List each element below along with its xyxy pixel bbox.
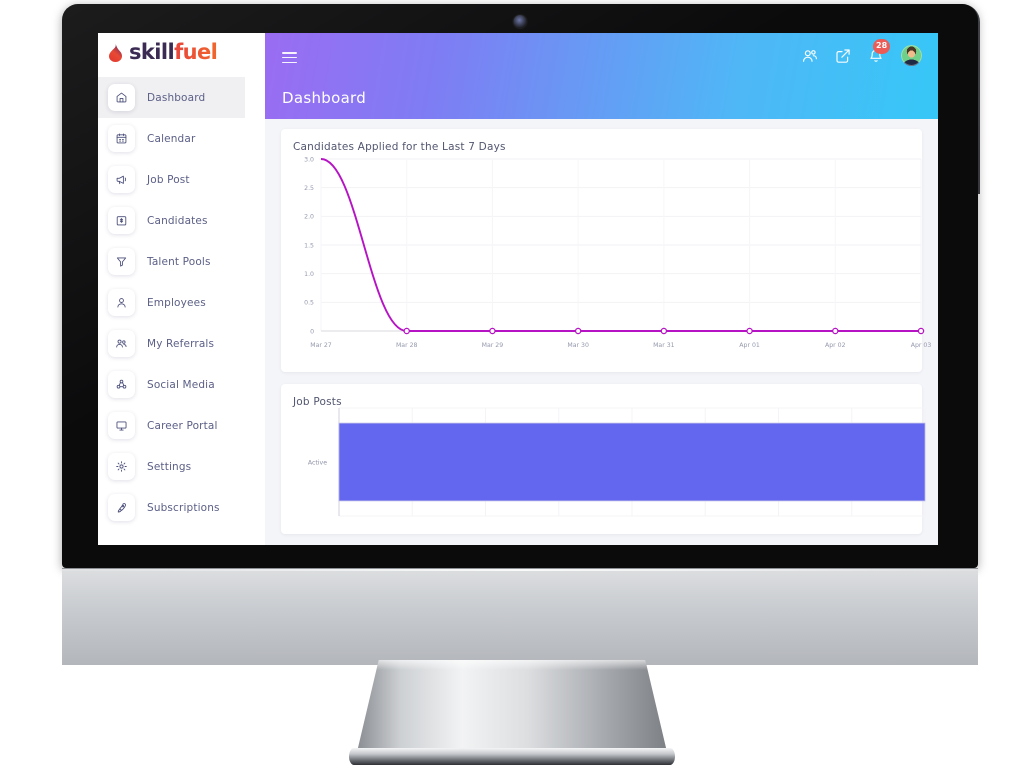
svg-text:Mar 27: Mar 27	[310, 342, 332, 349]
brand-logo[interactable]: skillfuel	[98, 33, 264, 72]
sidebar-item-label: My Referrals	[147, 337, 215, 350]
sidebar-item-label: Settings	[147, 460, 192, 473]
svg-text:Apr 01: Apr 01	[739, 342, 760, 349]
sidebar-nav: Dashboard Calendar Job Post Candidates Talen…	[98, 72, 264, 528]
svg-text:Mar 30: Mar 30	[567, 342, 589, 349]
monitor-stand-base	[349, 748, 675, 765]
sidebar-item-my-referrals[interactable]: My Referrals	[98, 323, 264, 364]
sidebar-item-social-media[interactable]: Social Media ›	[98, 364, 264, 405]
calendar-icon	[108, 125, 135, 152]
page-title: Dashboard	[282, 89, 367, 107]
top-bar: Dashboard 28	[265, 33, 938, 119]
sidebar-item-label: Career Portal	[147, 419, 218, 432]
notification-badge: 28	[873, 38, 891, 54]
filter-icon	[108, 248, 135, 275]
candidates-applied-card: Candidates Applied for the Last 7 Days 3…	[281, 129, 931, 372]
svg-text:Mar 29: Mar 29	[482, 342, 504, 349]
monitor-bezel: skillfuel Dashboard Calendar Job Post Candi…	[62, 4, 978, 568]
main-area: Dashboard 28 Candidates Applied for the …	[265, 33, 938, 545]
id-card-icon	[108, 207, 135, 234]
chevron-right-icon: ›	[248, 460, 252, 472]
sidebar: skillfuel Dashboard Calendar Job Post Candi…	[98, 33, 265, 545]
svg-text:0: 0	[310, 328, 314, 335]
svg-text:Mar 31: Mar 31	[653, 342, 675, 349]
monitor-chin	[62, 568, 978, 665]
svg-text:Apr 02: Apr 02	[825, 342, 846, 349]
external-link-icon[interactable]	[835, 48, 851, 64]
gear-icon	[108, 453, 135, 480]
svg-text:2.0: 2.0	[304, 214, 314, 221]
chevron-right-icon: ›	[248, 378, 252, 390]
home-icon	[108, 84, 135, 111]
share-icon	[108, 371, 135, 398]
sidebar-item-settings[interactable]: Settings ›	[98, 446, 264, 487]
notification-bell-icon[interactable]: 28	[868, 38, 891, 64]
sidebar-item-label: Calendar	[147, 132, 196, 145]
job-posts-card: Job Posts Active	[281, 384, 926, 534]
sidebar-item-label: Dashboard	[147, 91, 206, 104]
svg-text:1.5: 1.5	[304, 242, 314, 249]
svg-text:Active: Active	[308, 459, 327, 466]
svg-text:0.5: 0.5	[304, 300, 314, 307]
dashboard-content: Candidates Applied for the Last 7 Days 3…	[265, 119, 938, 545]
sidebar-item-career-portal[interactable]: Career Portal ›	[98, 405, 264, 446]
sidebar-item-label: Job Post	[147, 173, 190, 186]
sidebar-item-talent-pools[interactable]: Talent Pools	[98, 241, 264, 282]
user-icon	[108, 289, 135, 316]
hamburger-icon[interactable]	[282, 52, 297, 64]
bar-chart: Active	[308, 407, 926, 517]
megaphone-icon	[108, 166, 135, 193]
brand-part-2: fuel	[174, 40, 218, 64]
svg-text:2.5: 2.5	[304, 185, 314, 192]
monitor-stand-neck	[357, 660, 667, 752]
sidebar-item-subscriptions[interactable]: Subscriptions ›	[98, 487, 264, 528]
sidebar-item-label: Talent Pools	[147, 255, 211, 268]
svg-text:Mar 28: Mar 28	[396, 342, 418, 349]
sidebar-item-label: Candidates	[147, 214, 208, 227]
avatar[interactable]	[901, 45, 922, 66]
users-icon	[108, 330, 135, 357]
screenshot-stage: skillfuel Dashboard Calendar Job Post Candi…	[0, 0, 1024, 768]
rocket-icon	[108, 494, 135, 521]
line-chart: 3.0 2.5 2.0 1.5 1.0 0.5 0 Mar 27 Mar 28 Mar 29 Mar…	[304, 156, 932, 349]
sidebar-item-employees[interactable]: Employees	[98, 282, 264, 323]
svg-text:1.0: 1.0	[304, 271, 314, 278]
flame-icon	[108, 43, 123, 62]
webcam-icon	[513, 15, 527, 28]
svg-text:Apr 03: Apr 03	[911, 342, 932, 349]
monitor-icon	[108, 412, 135, 439]
screen-content: skillfuel Dashboard Calendar Job Post Candi…	[98, 33, 938, 545]
top-bar-actions: 28	[802, 38, 922, 66]
chin-highlight	[62, 569, 978, 571]
brand-text: skillfuel	[129, 40, 218, 64]
chevron-right-icon: ›	[248, 419, 252, 431]
users-add-icon[interactable]	[802, 48, 818, 64]
sidebar-item-label: Employees	[147, 296, 206, 309]
sidebar-item-label: Social Media	[147, 378, 215, 391]
brand-part-1: skill	[129, 40, 175, 64]
sidebar-item-job-post[interactable]: Job Post	[98, 159, 264, 200]
sidebar-item-dashboard[interactable]: Dashboard	[98, 77, 264, 118]
sidebar-item-candidates[interactable]: Candidates	[98, 200, 264, 241]
sidebar-item-calendar[interactable]: Calendar	[98, 118, 264, 159]
chevron-right-icon: ›	[248, 501, 252, 513]
svg-text:3.0: 3.0	[304, 156, 314, 163]
sidebar-item-label: Subscriptions	[147, 501, 220, 514]
